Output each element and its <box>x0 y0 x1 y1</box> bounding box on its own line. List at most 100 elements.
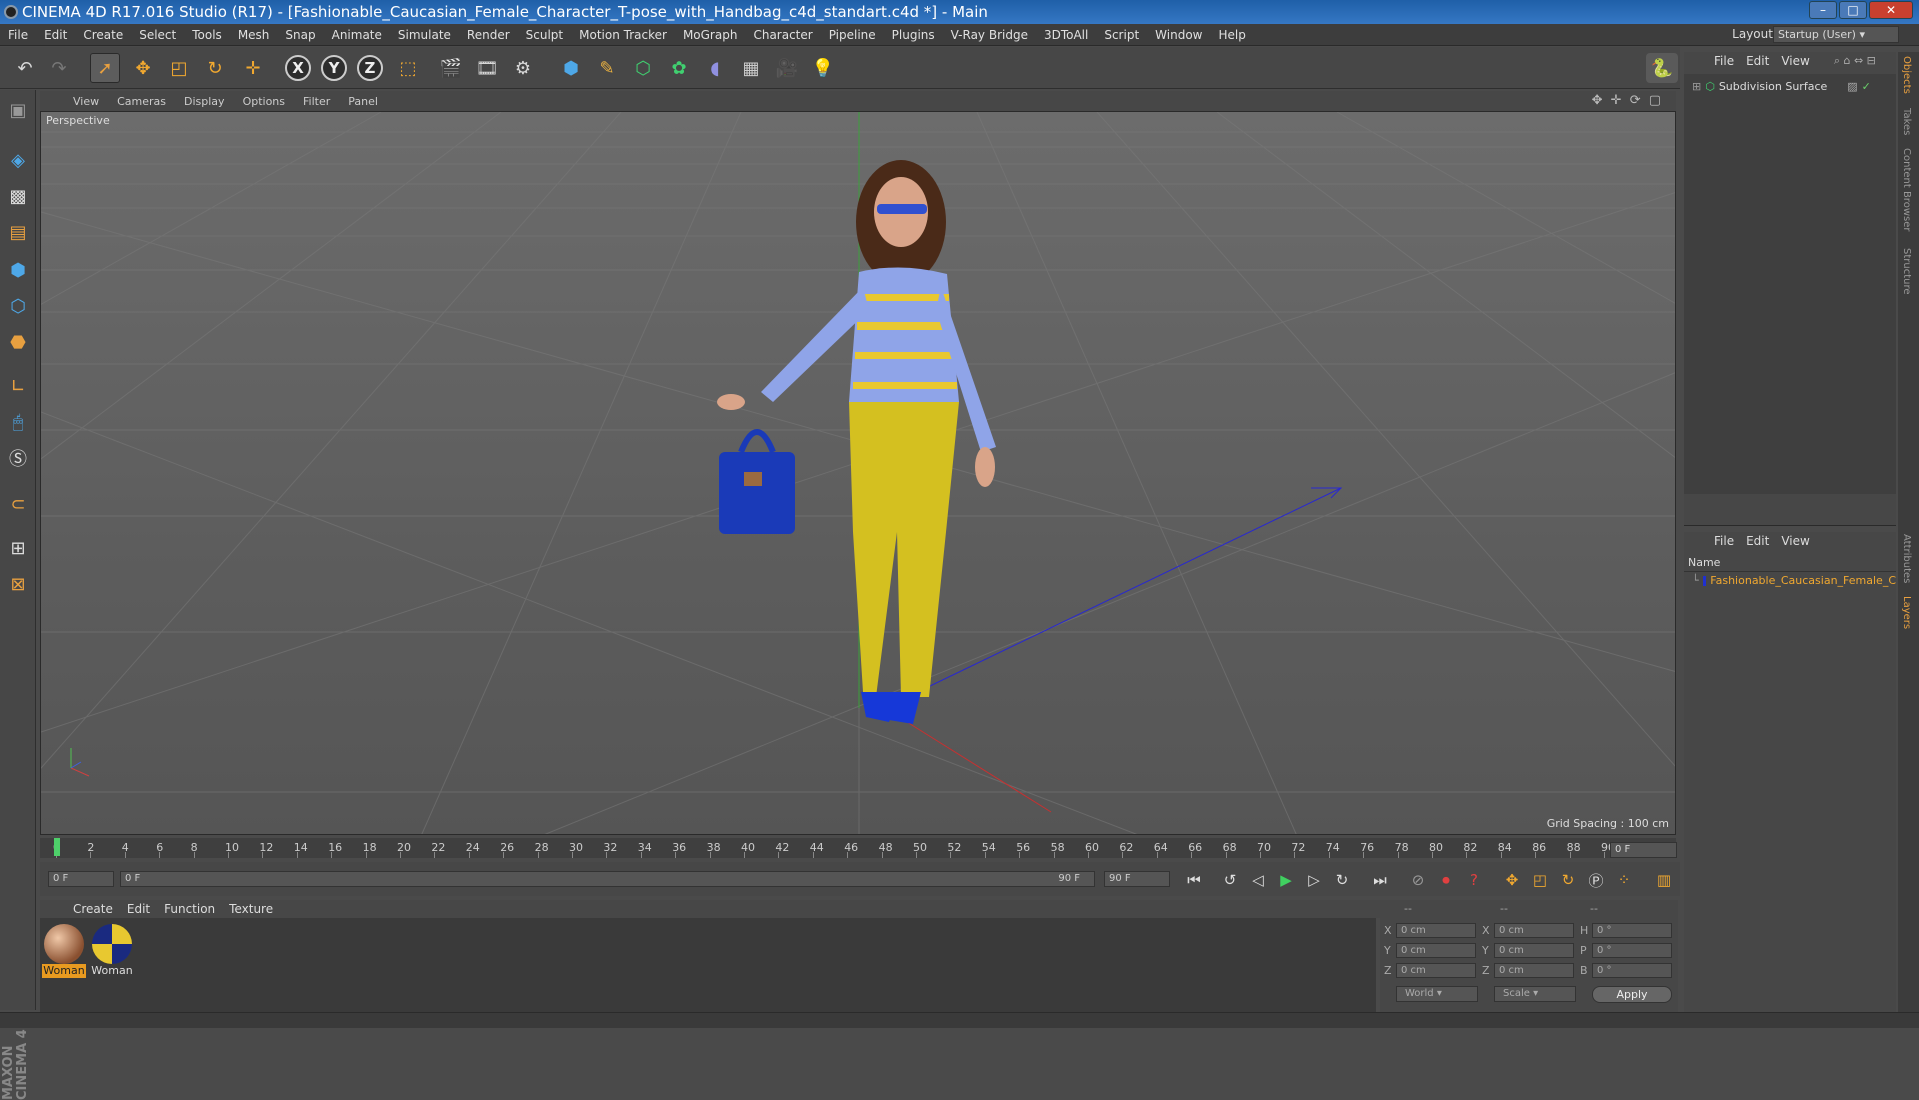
layers-menu-view[interactable]: View <box>1775 534 1815 548</box>
enabled-check-icon[interactable]: ✓ <box>1862 80 1871 93</box>
texture-mode-icon[interactable]: ▩ <box>4 182 32 210</box>
z-axis-lock[interactable]: Z <box>355 53 385 83</box>
key-scale-icon[interactable]: ◰ <box>1528 868 1552 892</box>
rotate-icon[interactable]: ↻ <box>200 53 230 83</box>
subdivision-surface-icon[interactable]: ⬡ <box>628 53 658 83</box>
rotation-h-field[interactable]: 0 ° <box>1592 923 1672 938</box>
objects-menu-file[interactable]: File <box>1708 54 1740 68</box>
timeline-window-icon[interactable]: ▥ <box>1652 868 1676 892</box>
menu-help[interactable]: Help <box>1210 28 1253 42</box>
autokey-icon[interactable]: ? <box>1462 868 1486 892</box>
axis-mode-icon[interactable]: ∟ <box>4 372 32 400</box>
snap-settings-icon[interactable]: ⊠ <box>4 570 32 598</box>
tab-layers[interactable]: Layers <box>1901 596 1912 629</box>
viewport-menu-panel[interactable]: Panel <box>339 95 387 108</box>
goto-end-icon[interactable]: ⏭ <box>1368 868 1392 892</box>
perspective-viewport[interactable]: Perspective Grid Spacing : 100 cm <box>40 111 1676 835</box>
close-button[interactable]: ✕ <box>1869 1 1913 19</box>
material-swatch[interactable]: Woman <box>42 924 86 982</box>
menu-character[interactable]: Character <box>745 28 820 42</box>
floor-icon[interactable]: ▦ <box>736 53 766 83</box>
menu-sculpt[interactable]: Sculpt <box>518 28 571 42</box>
menu-plugins[interactable]: Plugins <box>884 28 943 42</box>
maximize-button[interactable]: □ <box>1839 1 1867 19</box>
position-y-field[interactable]: 0 cm <box>1396 943 1476 958</box>
expand-icon[interactable]: ⊞ <box>1692 80 1701 93</box>
material-menu-texture[interactable]: Texture <box>222 902 280 916</box>
step-forward-icon[interactable]: ▷ <box>1302 868 1326 892</box>
position-z-field[interactable]: 0 cm <box>1396 963 1476 978</box>
snap-icon[interactable]: ⊂ <box>4 490 32 518</box>
material-menu-function[interactable]: Function <box>157 902 222 916</box>
x-axis-lock[interactable]: X <box>283 53 313 83</box>
python-icon[interactable]: 🐍 <box>1646 53 1678 83</box>
size-x-field[interactable]: 0 cm <box>1494 923 1574 938</box>
camera-icon[interactable]: 🎥 <box>772 53 802 83</box>
goto-prev-key-icon[interactable]: ↺ <box>1218 868 1242 892</box>
tab-attributes[interactable]: Attributes <box>1901 534 1912 583</box>
menu-mesh[interactable]: Mesh <box>230 28 278 42</box>
current-frame-field[interactable]: 0 F <box>1610 842 1677 858</box>
light-icon[interactable]: 💡 <box>808 53 838 83</box>
tab-objects[interactable]: Objects <box>1901 56 1912 94</box>
end-frame-field[interactable]: 90 F <box>1104 871 1170 887</box>
menu-snap[interactable]: Snap <box>277 28 323 42</box>
cloner-icon[interactable]: ✿ <box>664 53 694 83</box>
render-settings-icon[interactable]: ⚙ <box>508 53 538 83</box>
workplane-mode-icon[interactable]: ▤ <box>4 218 32 246</box>
viewport-menu-filter[interactable]: Filter <box>294 95 339 108</box>
undo-icon[interactable]: ↶ <box>10 53 40 83</box>
material-menu-create[interactable]: Create <box>66 902 120 916</box>
menu-mograph[interactable]: MoGraph <box>675 28 746 42</box>
render-picture-viewer-icon[interactable]: 🎞 <box>472 53 502 83</box>
viewport-menu-options[interactable]: Options <box>234 95 294 108</box>
menu-simulate[interactable]: Simulate <box>390 28 459 42</box>
size-z-field[interactable]: 0 cm <box>1494 963 1574 978</box>
frame-range-slider[interactable]: 0 F 90 F <box>120 871 1095 887</box>
pen-spline-icon[interactable]: ✎ <box>592 53 622 83</box>
move-icon[interactable]: ✥ <box>128 53 158 83</box>
model-mode-icon[interactable]: ◈ <box>4 146 32 174</box>
layers-menu-edit[interactable]: Edit <box>1740 534 1775 548</box>
workplane-lock-icon[interactable]: ⊞ <box>4 534 32 562</box>
menu-select[interactable]: Select <box>131 28 184 42</box>
menu-script[interactable]: Script <box>1096 28 1147 42</box>
rotation-p-field[interactable]: 0 ° <box>1592 943 1672 958</box>
menu-window[interactable]: Window <box>1147 28 1210 42</box>
menu-file[interactable]: File <box>0 28 36 42</box>
apply-button[interactable]: Apply <box>1592 986 1672 1003</box>
redo-icon[interactable]: ↷ <box>44 53 74 83</box>
scale-icon[interactable]: ◰ <box>164 53 194 83</box>
motion-record-icon[interactable]: ⊘ <box>1406 868 1430 892</box>
cube-primitive-icon[interactable]: ⬢ <box>556 53 586 83</box>
menu-vray-bridge[interactable]: V-Ray Bridge <box>943 28 1036 42</box>
material-swatch[interactable]: Woman <box>90 924 134 982</box>
object-row-subdivision-surface[interactable]: ⊞ ⬡ Subdivision Surface ▨ ✓ <box>1692 80 1871 93</box>
playhead[interactable] <box>54 838 60 856</box>
search-icon[interactable]: ⌕ ⌂ ⇔ ⊟ <box>1834 54 1876 68</box>
step-back-icon[interactable]: ◁ <box>1246 868 1270 892</box>
visibility-icon[interactable]: ▨ <box>1847 80 1857 93</box>
goto-next-key-icon[interactable]: ↻ <box>1330 868 1354 892</box>
position-x-field[interactable]: 0 cm <box>1396 923 1476 938</box>
viewport-menu-cameras[interactable]: Cameras <box>108 95 175 108</box>
timeline-ruler[interactable]: 0246810121416182022242628303234363840424… <box>40 838 1676 858</box>
objects-menu-edit[interactable]: Edit <box>1740 54 1775 68</box>
solo-mode-icon[interactable]: Ⓢ <box>4 444 32 472</box>
key-pla-icon[interactable]: ⁘ <box>1612 868 1636 892</box>
coordinate-mode-dropdown[interactable]: World ▾ <box>1396 986 1478 1002</box>
size-mode-dropdown[interactable]: Scale ▾ <box>1494 986 1576 1002</box>
menu-pipeline[interactable]: Pipeline <box>821 28 884 42</box>
edges-mode-icon[interactable]: ⬡ <box>4 292 32 320</box>
key-parameter-icon[interactable]: Ⓟ <box>1584 868 1608 892</box>
rotation-b-field[interactable]: 0 ° <box>1592 963 1672 978</box>
key-position-icon[interactable]: ✥ <box>1500 868 1524 892</box>
goto-start-icon[interactable]: ⏮ <box>1182 868 1206 892</box>
menu-tools[interactable]: Tools <box>184 28 230 42</box>
menu-render[interactable]: Render <box>459 28 518 42</box>
size-y-field[interactable]: 0 cm <box>1494 943 1574 958</box>
points-mode-icon[interactable]: ⬢ <box>4 256 32 284</box>
viewport-menu-view[interactable]: View <box>64 95 108 108</box>
layer-row[interactable]: └ Fashionable_Caucasian_Female_C <box>1684 572 1896 587</box>
y-axis-lock[interactable]: Y <box>319 53 349 83</box>
